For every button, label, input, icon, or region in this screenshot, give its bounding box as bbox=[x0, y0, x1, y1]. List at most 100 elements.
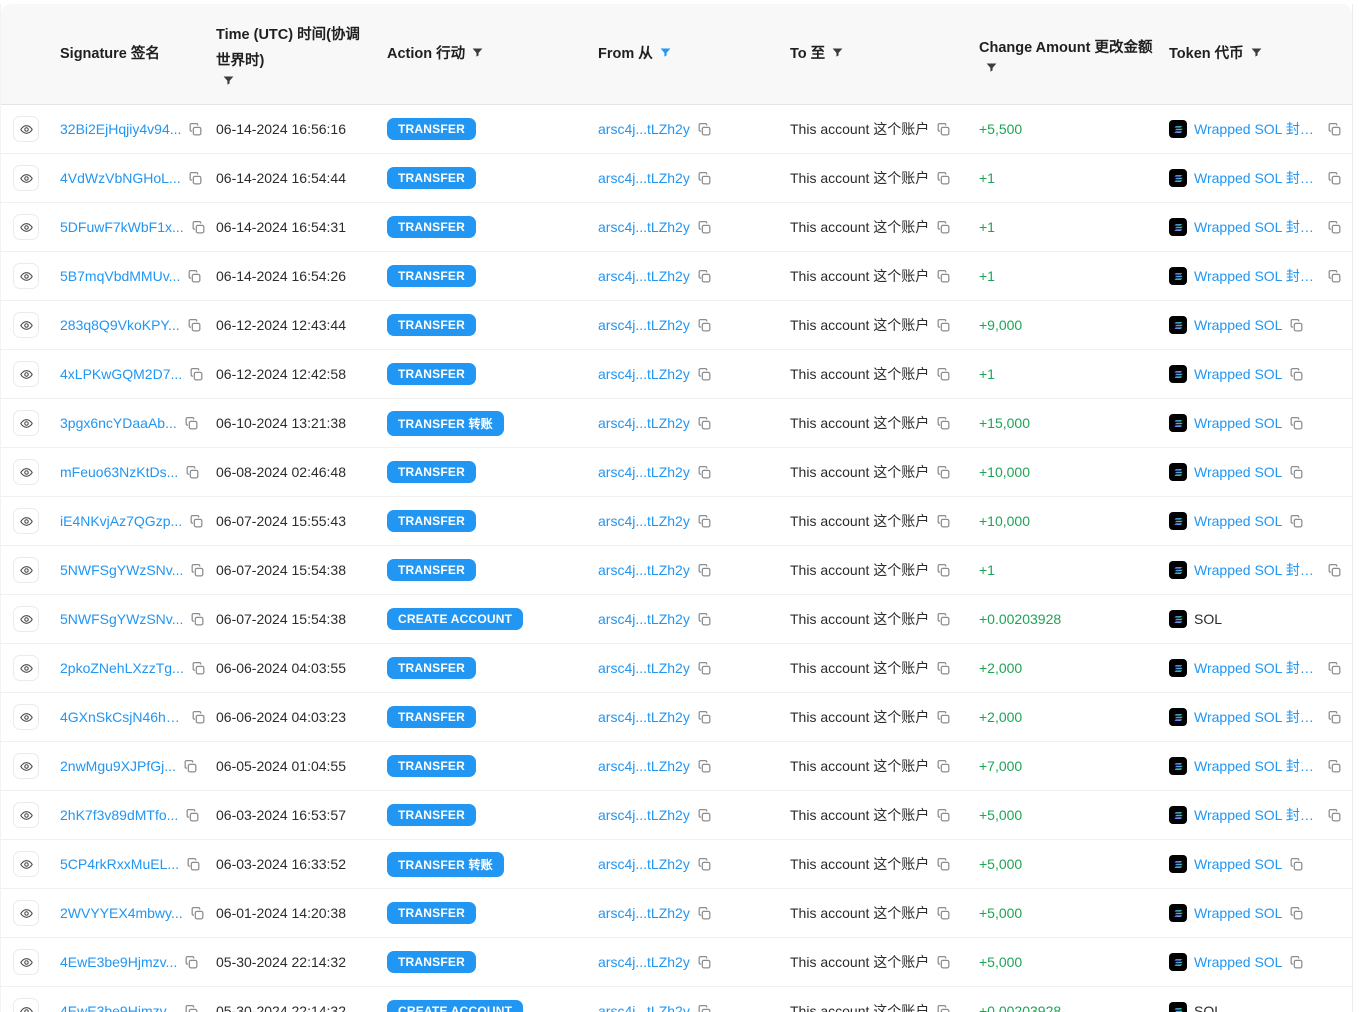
copy-token-icon[interactable] bbox=[1327, 171, 1342, 186]
preview-eye-button[interactable] bbox=[13, 851, 39, 877]
copy-signature-icon[interactable] bbox=[191, 710, 206, 725]
from-address-link[interactable]: arsc4j...tLZh2y bbox=[598, 170, 690, 186]
copy-from-icon[interactable] bbox=[697, 612, 712, 627]
action-badge[interactable]: TRANSFER bbox=[387, 167, 476, 189]
copy-signature-icon[interactable] bbox=[189, 367, 204, 382]
preview-eye-button[interactable] bbox=[13, 165, 39, 191]
token-name[interactable]: Wrapped SOL 封装... bbox=[1194, 266, 1320, 286]
copy-from-icon[interactable] bbox=[697, 269, 712, 284]
action-badge[interactable]: CREATE ACCOUNT bbox=[387, 1000, 523, 1012]
copy-from-icon[interactable] bbox=[697, 759, 712, 774]
copy-signature-icon[interactable] bbox=[185, 808, 200, 823]
copy-token-icon[interactable] bbox=[1327, 122, 1342, 137]
token-name[interactable]: Wrapped SOL bbox=[1194, 366, 1282, 382]
preview-eye-button[interactable] bbox=[13, 655, 39, 681]
token-name[interactable]: Wrapped SOL bbox=[1194, 954, 1282, 970]
copy-from-icon[interactable] bbox=[697, 661, 712, 676]
copy-from-icon[interactable] bbox=[697, 955, 712, 970]
preview-eye-button[interactable] bbox=[13, 312, 39, 338]
action-badge[interactable]: TRANSFER bbox=[387, 951, 476, 973]
signature-link[interactable]: 4xLPKwGQM2D7... bbox=[60, 366, 182, 382]
signature-link[interactable]: 5NWFSgYWzSNv... bbox=[60, 562, 183, 578]
copy-token-icon[interactable] bbox=[1289, 416, 1304, 431]
action-badge[interactable]: TRANSFER bbox=[387, 510, 476, 532]
copy-to-icon[interactable] bbox=[936, 318, 951, 333]
copy-to-icon[interactable] bbox=[936, 122, 951, 137]
copy-signature-icon[interactable] bbox=[188, 171, 203, 186]
from-address-link[interactable]: arsc4j...tLZh2y bbox=[598, 611, 690, 627]
copy-signature-icon[interactable] bbox=[191, 220, 206, 235]
copy-to-icon[interactable] bbox=[936, 759, 951, 774]
copy-to-icon[interactable] bbox=[936, 220, 951, 235]
preview-eye-button[interactable] bbox=[13, 214, 39, 240]
change-amount-filter-icon[interactable] bbox=[985, 61, 1155, 74]
preview-eye-button[interactable] bbox=[13, 900, 39, 926]
copy-token-icon[interactable] bbox=[1327, 220, 1342, 235]
copy-signature-icon[interactable] bbox=[189, 514, 204, 529]
copy-signature-icon[interactable] bbox=[187, 318, 202, 333]
copy-signature-icon[interactable] bbox=[190, 563, 205, 578]
time-filter-icon[interactable] bbox=[222, 74, 373, 87]
preview-eye-button[interactable] bbox=[13, 802, 39, 828]
signature-link[interactable]: 2nwMgu9XJPfGj... bbox=[60, 758, 176, 774]
copy-from-icon[interactable] bbox=[697, 563, 712, 578]
copy-from-icon[interactable] bbox=[697, 465, 712, 480]
copy-to-icon[interactable] bbox=[936, 269, 951, 284]
copy-signature-icon[interactable] bbox=[184, 955, 199, 970]
action-badge[interactable]: TRANSFER bbox=[387, 559, 476, 581]
copy-token-icon[interactable] bbox=[1289, 857, 1304, 872]
signature-link[interactable]: 32Bi2EjHqjiy4v94... bbox=[60, 121, 181, 137]
from-address-link[interactable]: arsc4j...tLZh2y bbox=[598, 856, 690, 872]
preview-eye-button[interactable] bbox=[13, 361, 39, 387]
token-filter-icon[interactable] bbox=[1250, 46, 1263, 59]
copy-token-icon[interactable] bbox=[1327, 808, 1342, 823]
copy-to-icon[interactable] bbox=[936, 1004, 951, 1012]
token-name[interactable]: Wrapped SOL bbox=[1194, 415, 1282, 431]
signature-link[interactable]: 3pgx6ncYDaaAb... bbox=[60, 415, 177, 431]
token-name[interactable]: Wrapped SOL bbox=[1194, 317, 1282, 333]
copy-signature-icon[interactable] bbox=[183, 759, 198, 774]
preview-eye-button[interactable] bbox=[13, 263, 39, 289]
signature-link[interactable]: 5CP4rkRxxMuEL... bbox=[60, 856, 179, 872]
copy-from-icon[interactable] bbox=[697, 857, 712, 872]
copy-token-icon[interactable] bbox=[1327, 269, 1342, 284]
copy-from-icon[interactable] bbox=[697, 318, 712, 333]
signature-link[interactable]: iE4NKvjAz7QGzp... bbox=[60, 513, 182, 529]
copy-signature-icon[interactable] bbox=[184, 416, 199, 431]
copy-to-icon[interactable] bbox=[936, 171, 951, 186]
copy-token-icon[interactable] bbox=[1327, 563, 1342, 578]
signature-link[interactable]: 2pkoZNehLXzzTg... bbox=[60, 660, 184, 676]
copy-to-icon[interactable] bbox=[936, 808, 951, 823]
from-address-link[interactable]: arsc4j...tLZh2y bbox=[598, 758, 690, 774]
action-badge[interactable]: TRANSFER 转账 bbox=[387, 852, 504, 877]
copy-signature-icon[interactable] bbox=[187, 269, 202, 284]
copy-token-icon[interactable] bbox=[1327, 710, 1342, 725]
from-address-link[interactable]: arsc4j...tLZh2y bbox=[598, 121, 690, 137]
signature-link[interactable]: 4GXnSkCsjN46h7... bbox=[60, 709, 184, 725]
from-address-link[interactable]: arsc4j...tLZh2y bbox=[598, 219, 690, 235]
copy-to-icon[interactable] bbox=[936, 661, 951, 676]
token-name[interactable]: Wrapped SOL 封装... bbox=[1194, 119, 1320, 139]
copy-to-icon[interactable] bbox=[936, 465, 951, 480]
action-badge[interactable]: TRANSFER bbox=[387, 216, 476, 238]
copy-from-icon[interactable] bbox=[697, 416, 712, 431]
token-name[interactable]: Wrapped SOL bbox=[1194, 464, 1282, 480]
preview-eye-button[interactable] bbox=[13, 116, 39, 142]
token-name[interactable]: Wrapped SOL 封装... bbox=[1194, 560, 1320, 580]
action-badge[interactable]: TRANSFER bbox=[387, 657, 476, 679]
signature-link[interactable]: 283q8Q9VkoKPY... bbox=[60, 317, 180, 333]
action-badge[interactable]: TRANSFER bbox=[387, 804, 476, 826]
from-address-link[interactable]: arsc4j...tLZh2y bbox=[598, 954, 690, 970]
copy-from-icon[interactable] bbox=[697, 514, 712, 529]
copy-signature-icon[interactable] bbox=[185, 465, 200, 480]
copy-to-icon[interactable] bbox=[936, 416, 951, 431]
action-badge[interactable]: TRANSFER bbox=[387, 265, 476, 287]
copy-to-icon[interactable] bbox=[936, 906, 951, 921]
from-address-link[interactable]: arsc4j...tLZh2y bbox=[598, 905, 690, 921]
signature-link[interactable]: 5NWFSgYWzSNv... bbox=[60, 611, 183, 627]
token-name[interactable]: Wrapped SOL 封装... bbox=[1194, 168, 1320, 188]
from-address-link[interactable]: arsc4j...tLZh2y bbox=[598, 1003, 690, 1012]
action-badge[interactable]: TRANSFER bbox=[387, 902, 476, 924]
preview-eye-button[interactable] bbox=[13, 998, 39, 1012]
copy-from-icon[interactable] bbox=[697, 220, 712, 235]
